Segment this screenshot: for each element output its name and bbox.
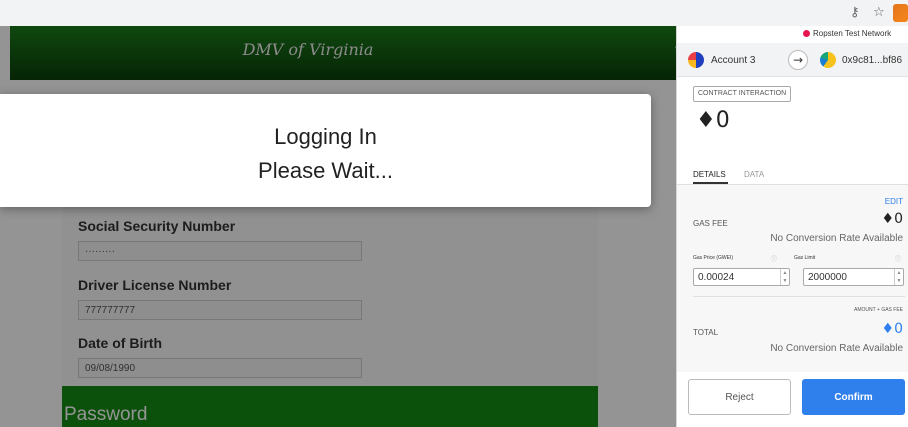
from-account-name: Account 3: [711, 55, 756, 66]
accounts-row: Account 3 → 0x9c81...bf86: [677, 43, 908, 77]
gas-price-input[interactable]: 0.00024 ▲ ▼: [693, 268, 790, 286]
from-account-avatar-icon: [688, 52, 704, 68]
modal-overlay: [0, 26, 676, 427]
confirm-button[interactable]: Confirm: [802, 379, 905, 415]
total-conversion: No Conversion Rate Available: [770, 343, 903, 354]
total-label: TOTAL: [693, 328, 719, 337]
modal-line-2: Please Wait...: [258, 158, 393, 183]
total-amount-value: 0: [715, 108, 730, 133]
total-value: ♦0: [882, 321, 903, 337]
key-icon[interactable]: ⚷: [850, 4, 860, 22]
star-icon[interactable]: ☆: [873, 4, 885, 22]
dmv-page: DMV of Virginia Vi Social Security Numbe…: [0, 26, 676, 427]
details-pane: EDIT GAS FEE ♦0 No Conversion Rate Avail…: [677, 185, 908, 372]
gas-price-label: Gas Price (GWEI): [693, 255, 734, 261]
details-divider: [693, 296, 905, 297]
tab-data[interactable]: DATA: [744, 170, 764, 179]
metamask-popup: Ropsten Test Network Account 3 → 0x9c81.…: [676, 26, 908, 427]
to-address[interactable]: 0x9c81...bf86: [842, 55, 902, 66]
gas-fee-value: ♦0: [882, 211, 903, 227]
gas-limit-input[interactable]: 2000000 ▲ ▼: [803, 268, 904, 286]
gas-limit-label: Gas Limit: [794, 255, 816, 261]
browser-toolbar: ⚷ ☆: [0, 0, 908, 26]
tx-type-badge: CONTRACT INTERACTION: [693, 86, 792, 102]
gas-price-value: 0.00024: [698, 272, 735, 283]
gas-fee-amount: 0: [894, 211, 903, 227]
to-account-avatar-icon: [820, 52, 836, 68]
info-icon: ⓘ: [895, 257, 902, 263]
total-amount: ♦0: [696, 108, 730, 133]
action-buttons: Reject Confirm: [677, 372, 908, 427]
modal-line-1: Logging In: [274, 124, 377, 149]
metamask-fox-icon[interactable]: [893, 4, 908, 22]
eth-icon: ♦: [881, 321, 895, 337]
tab-details[interactable]: DETAILS: [693, 170, 726, 179]
gas-limit-stepper[interactable]: ▲ ▼: [894, 269, 903, 285]
gas-limit-value: 2000000: [808, 272, 847, 283]
network-indicator[interactable]: Ropsten Test Network: [803, 28, 891, 40]
eth-icon: ♦: [696, 108, 716, 133]
reject-button[interactable]: Reject: [688, 379, 791, 415]
gas-fee-label: GAS FEE: [693, 219, 728, 228]
arrow-right-icon: →: [788, 50, 808, 70]
gas-price-stepper[interactable]: ▲ ▼: [780, 269, 789, 285]
info-icon: ⓘ: [771, 257, 778, 263]
logging-in-modal: Logging In Please Wait...: [0, 94, 651, 207]
network-name: Ropsten Test Network: [813, 29, 892, 38]
eth-icon: ♦: [881, 211, 895, 227]
network-dot-icon: [803, 30, 810, 37]
gas-fee-conversion: No Conversion Rate Available: [770, 233, 903, 244]
amount-gas-label: AMOUNT + GAS FEE: [854, 307, 903, 313]
total-value-amount: 0: [894, 321, 903, 337]
edit-gas-button[interactable]: EDIT: [885, 197, 903, 206]
